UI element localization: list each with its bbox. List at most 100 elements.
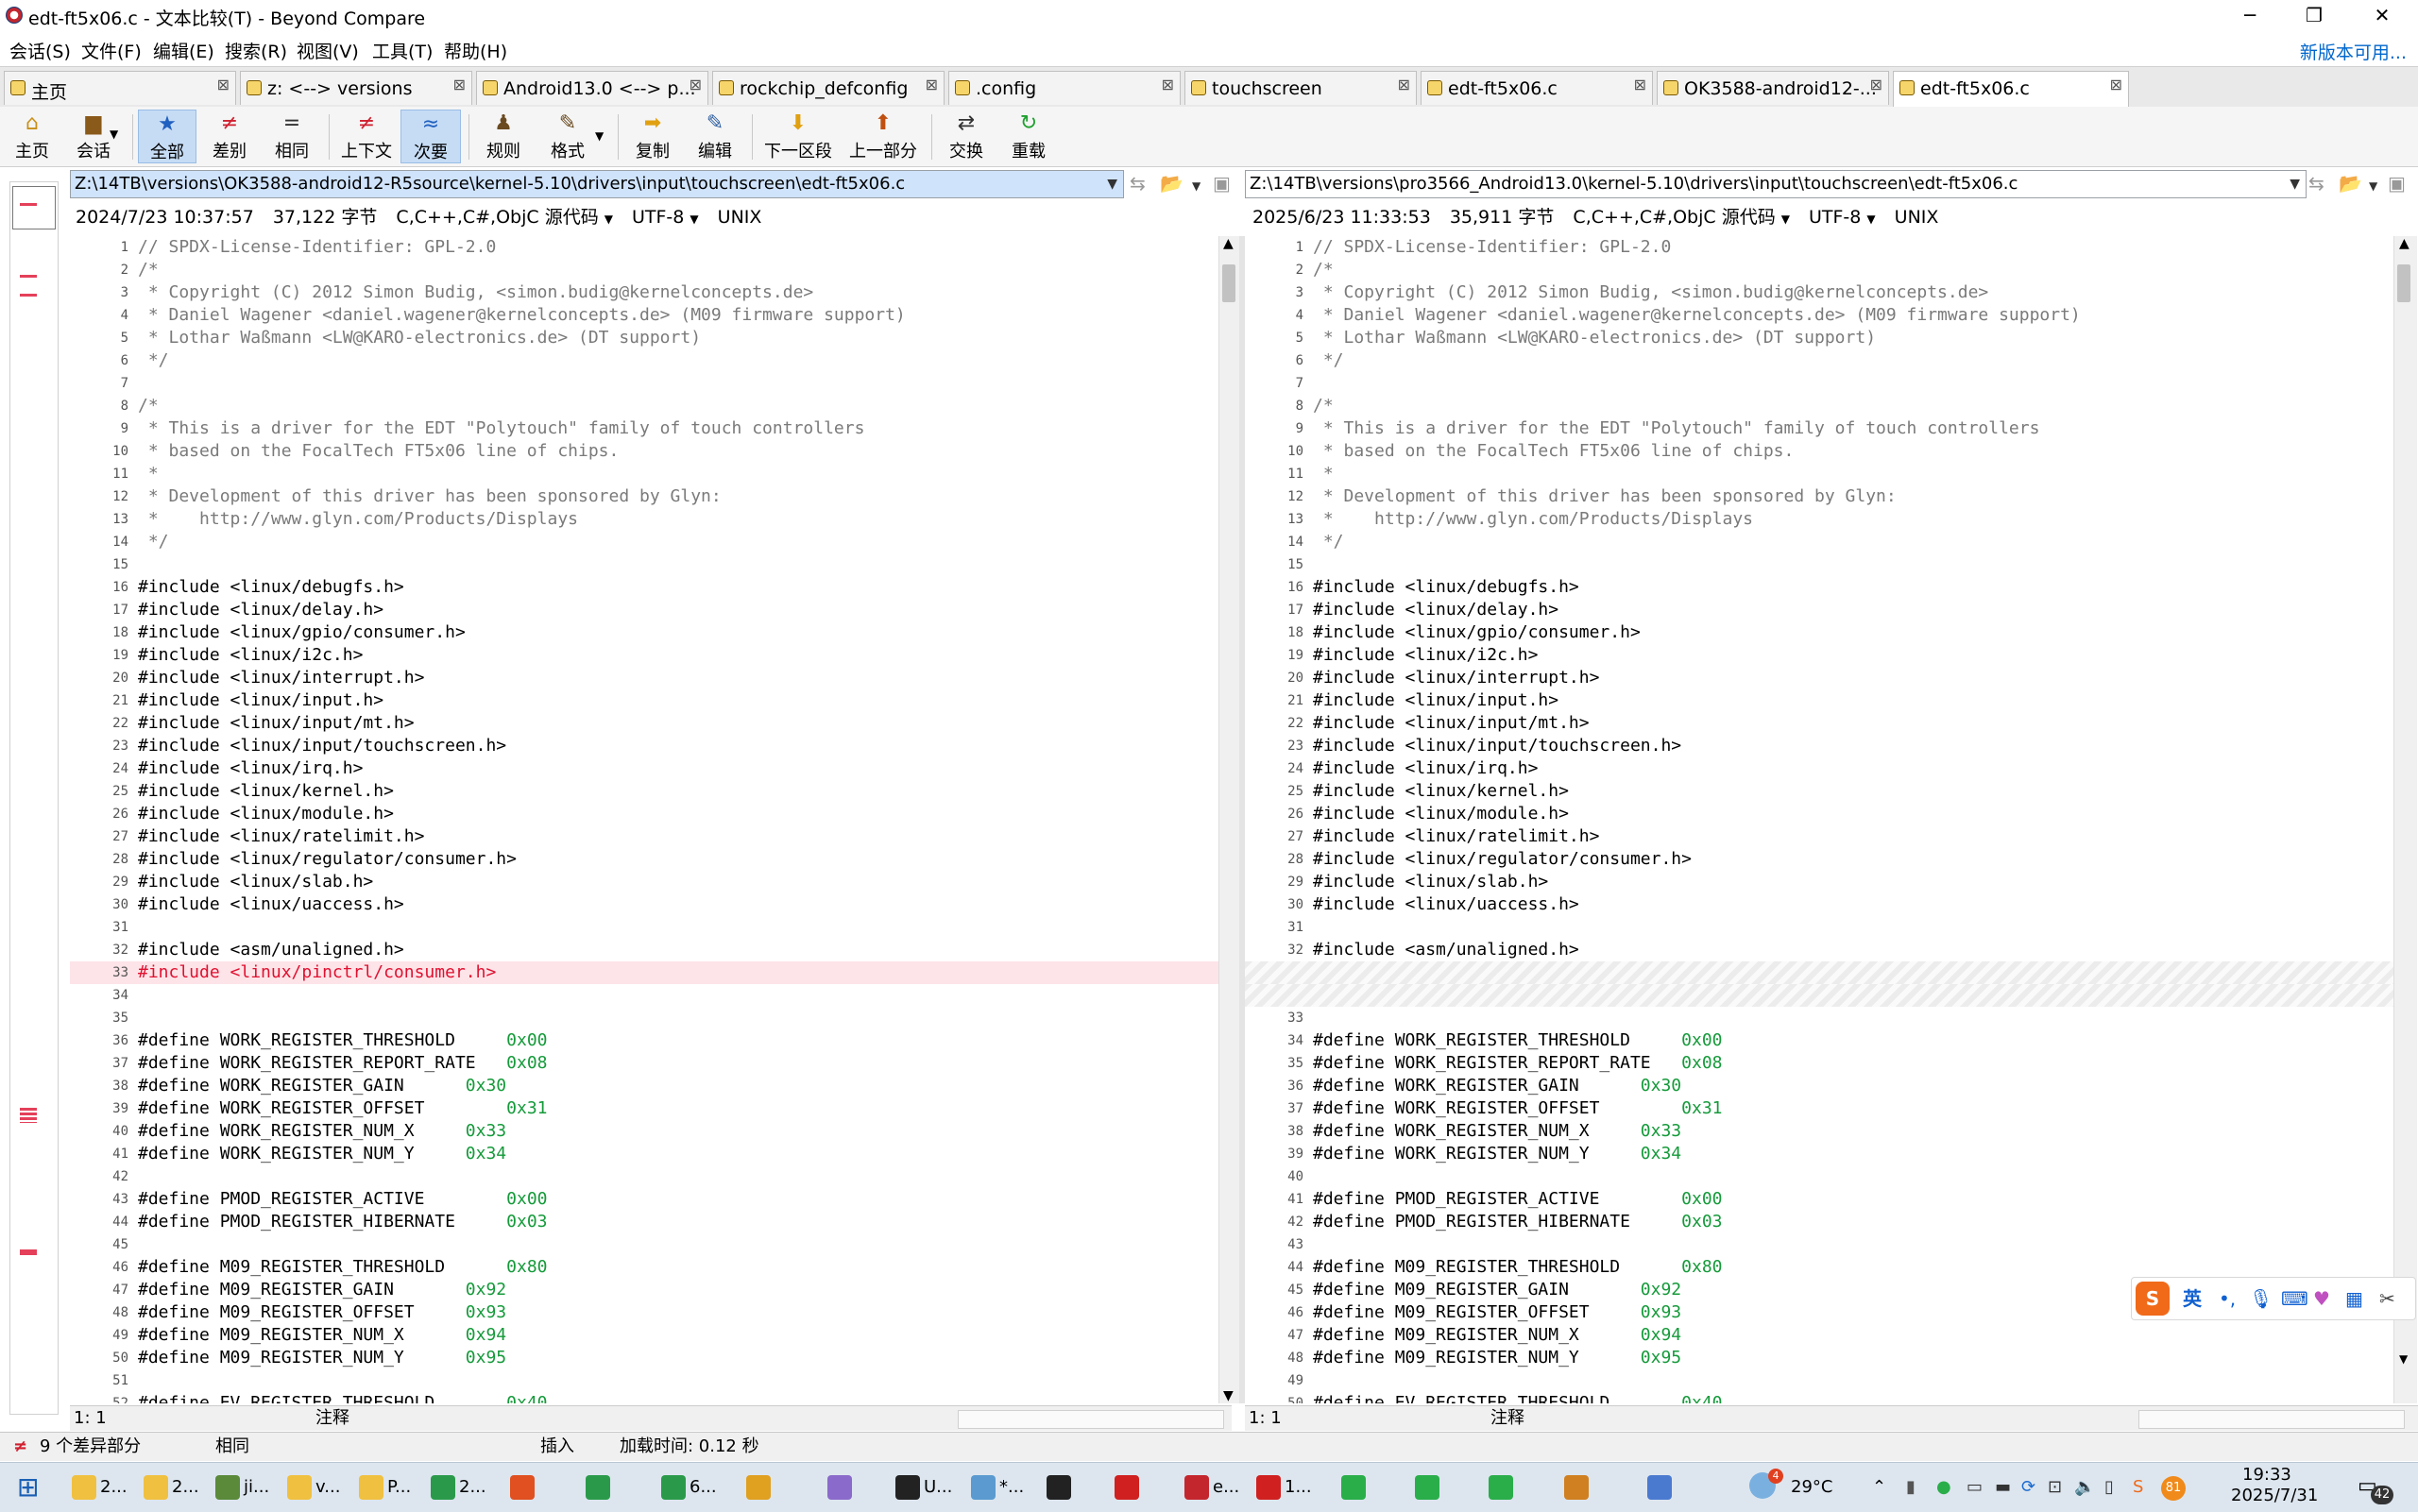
- code-line[interactable]: 25 #include <linux/kernel.h>: [1245, 780, 2393, 803]
- code-line[interactable]: 39 #define WORK_REGISTER_OFFSET 0x31: [70, 1097, 1218, 1120]
- taskbar-app[interactable]: 1...: [1256, 1472, 1312, 1503]
- tab-versions[interactable]: z: <--> versions ⊠: [240, 71, 472, 105]
- code-line[interactable]: 43: [1245, 1233, 2393, 1256]
- code-line[interactable]: 26 #include <linux/module.h>: [70, 803, 1218, 825]
- tab-touchscreen[interactable]: touchscreen ⊠: [1184, 71, 1417, 105]
- code-line[interactable]: 33: [1245, 1007, 2393, 1029]
- chevron-down-icon[interactable]: ▼: [690, 212, 698, 226]
- left-horizontal-scrollbar[interactable]: [958, 1410, 1224, 1429]
- code-line[interactable]: 10 * based on the FocalTech FT5x06 line …: [1245, 440, 2393, 463]
- code-line[interactable]: 49 #define M09_REGISTER_NUM_X 0x94: [70, 1324, 1218, 1347]
- code-line[interactable]: 9 * This is a driver for the EDT "Polyto…: [1245, 417, 2393, 440]
- right-encoding[interactable]: UTF-8: [1809, 207, 1861, 228]
- close-icon[interactable]: ⊠: [1162, 76, 1174, 93]
- code-line[interactable]: 21 #include <linux/input.h>: [70, 689, 1218, 712]
- sogou-logo-icon[interactable]: S: [2136, 1282, 2170, 1316]
- taskbar-app[interactable]: [1564, 1472, 1592, 1503]
- code-line[interactable]: 15: [70, 553, 1218, 576]
- code-line[interactable]: 25 #include <linux/kernel.h>: [70, 780, 1218, 803]
- left-scroll-thumb[interactable]: [1222, 264, 1235, 302]
- code-line[interactable]: 48 #define M09_REGISTER_OFFSET 0x93: [70, 1301, 1218, 1324]
- code-line[interactable]: 38 #define WORK_REGISTER_GAIN 0x30: [70, 1075, 1218, 1097]
- code-line[interactable]: 16 #include <linux/debugfs.h>: [1245, 576, 2393, 599]
- taskbar-app[interactable]: ji...: [215, 1472, 269, 1503]
- code-line[interactable]: 50 #define M09_REGISTER_NUM_Y 0x95: [70, 1347, 1218, 1369]
- right-eol[interactable]: UNIX: [1895, 207, 1939, 228]
- edit-button[interactable]: ✎ 编辑: [686, 110, 744, 163]
- chevron-down-icon[interactable]: ▼: [2369, 179, 2377, 193]
- taskbar-app[interactable]: [1341, 1472, 1370, 1503]
- rules-button[interactable]: ♟ 规则: [474, 110, 533, 163]
- code-line[interactable]: 11 *: [1245, 463, 2393, 485]
- taskbar-app[interactable]: U...: [895, 1472, 952, 1503]
- code-line[interactable]: 31: [70, 916, 1218, 939]
- toolbox-icon[interactable]: ▦: [2345, 1278, 2363, 1319]
- code-line[interactable]: 6 */: [70, 349, 1218, 372]
- code-line[interactable]: 30 #include <linux/uaccess.h>: [70, 893, 1218, 916]
- close-icon[interactable]: ⊠: [1634, 76, 1646, 93]
- context-button[interactable]: ≠ 上下文: [334, 110, 399, 163]
- chevron-down-icon[interactable]: ▼: [110, 127, 118, 141]
- tray-printer-icon[interactable]: ▭: [1967, 1472, 1983, 1503]
- code-line[interactable]: 29 #include <linux/slab.h>: [1245, 871, 2393, 893]
- overview-viewport[interactable]: [12, 186, 56, 229]
- code-line[interactable]: 35: [70, 1007, 1218, 1029]
- code-line[interactable]: 14 */: [70, 531, 1218, 553]
- clock-date[interactable]: 2025/7/31: [2231, 1486, 2318, 1505]
- chevron-up-icon[interactable]: ⌃: [1872, 1472, 1886, 1503]
- code-line[interactable]: 47 #define M09_REGISTER_GAIN 0x92: [70, 1279, 1218, 1301]
- ime-language[interactable]: 英: [2183, 1278, 2202, 1319]
- windows-start-icon[interactable]: ⊞: [17, 1474, 39, 1501]
- taskbar-app[interactable]: [1415, 1472, 1443, 1503]
- code-line[interactable]: 34 #define WORK_REGISTER_THRESHOLD 0x00: [1245, 1029, 2393, 1052]
- left-vertical-scrollbar[interactable]: ▲ ▼: [1218, 236, 1240, 1403]
- code-line[interactable]: 32 #include <asm/unaligned.h>: [1245, 939, 2393, 961]
- code-line[interactable]: 8 /*: [1245, 395, 2393, 417]
- code-line[interactable]: 45: [70, 1233, 1218, 1256]
- code-line[interactable]: 46 #define M09_REGISTER_THRESHOLD 0x80: [70, 1256, 1218, 1279]
- code-line[interactable]: 28 #include <linux/regulator/consumer.h>: [1245, 848, 2393, 871]
- menu-file[interactable]: 文件(F): [81, 38, 142, 63]
- code-line[interactable]: 6 */: [1245, 349, 2393, 372]
- code-line[interactable]: 28 #include <linux/regulator/consumer.h>: [70, 848, 1218, 871]
- code-line[interactable]: 4 * Daniel Wagener <daniel.wagener@kerne…: [70, 304, 1218, 327]
- code-line[interactable]: 8 /*: [70, 395, 1218, 417]
- keyboard-icon[interactable]: ⌨: [2281, 1278, 2308, 1319]
- menu-session[interactable]: 会话(S): [9, 38, 71, 63]
- tab-edt-ft5x06-1[interactable]: edt-ft5x06.c ⊠: [1421, 71, 1653, 105]
- code-line[interactable]: 10 * based on the FocalTech FT5x06 line …: [70, 440, 1218, 463]
- copy-button[interactable]: ➡ 复制: [623, 110, 682, 163]
- code-line[interactable]: 35 #define WORK_REGISTER_REPORT_RATE 0x08: [1245, 1052, 2393, 1075]
- tab-edt-ft5x06-active[interactable]: edt-ft5x06.c ⊠: [1893, 71, 2129, 107]
- tray-network-icon[interactable]: ⊡: [2048, 1472, 2062, 1503]
- menu-help[interactable]: 帮助(H): [444, 38, 507, 63]
- code-line[interactable]: 24 #include <linux/irq.h>: [70, 757, 1218, 780]
- menu-search[interactable]: 搜索(R): [225, 38, 287, 63]
- code-line[interactable]: 16 #include <linux/debugfs.h>: [70, 576, 1218, 599]
- code-line[interactable]: 12 * Development of this driver has been…: [70, 485, 1218, 508]
- chevron-down-icon[interactable]: ▼: [2290, 171, 2300, 197]
- chevron-down-icon[interactable]: ▼: [604, 212, 613, 226]
- close-icon[interactable]: ⊠: [1398, 76, 1410, 93]
- code-line[interactable]: 9 * This is a driver for the EDT "Polyto…: [70, 417, 1218, 440]
- code-line[interactable]: 32 #include <asm/unaligned.h>: [70, 939, 1218, 961]
- minor-button[interactable]: ≈ 次要: [400, 110, 461, 163]
- right-language[interactable]: C,C++,C#,ObjC 源代码: [1573, 207, 1775, 228]
- filter-all-button[interactable]: ★ 全部: [138, 110, 196, 163]
- menu-view[interactable]: 视图(V): [297, 38, 359, 63]
- filter-same-button[interactable]: = 相同: [263, 110, 321, 163]
- code-line[interactable]: 52 #define EV_REGISTER_THRESHOLD 0x40: [70, 1392, 1218, 1403]
- scroll-down-icon[interactable]: ▼: [2399, 1352, 2408, 1366]
- tab-android13[interactable]: Android13.0 <--> p... ⊠: [476, 71, 708, 105]
- close-icon[interactable]: ⊠: [1870, 76, 1882, 93]
- taskbar-app[interactable]: 2...: [144, 1472, 199, 1503]
- filter-diff-button[interactable]: ≠ 差别: [200, 110, 259, 163]
- minimize-button[interactable]: ─: [2218, 0, 2282, 32]
- microphone-icon[interactable]: 🎙: [2249, 1278, 2273, 1319]
- code-line[interactable]: 37 #define WORK_REGISTER_OFFSET 0x31: [1245, 1097, 2393, 1120]
- code-line[interactable]: 24 #include <linux/irq.h>: [1245, 757, 2393, 780]
- right-horizontal-scrollbar[interactable]: [2138, 1410, 2405, 1429]
- code-line[interactable]: 43 #define PMOD_REGISTER_ACTIVE 0x00: [70, 1188, 1218, 1211]
- close-icon[interactable]: ⊠: [690, 76, 702, 93]
- code-line[interactable]: 5 * Lothar Waßmann <LW@KARO-electronics.…: [1245, 327, 2393, 349]
